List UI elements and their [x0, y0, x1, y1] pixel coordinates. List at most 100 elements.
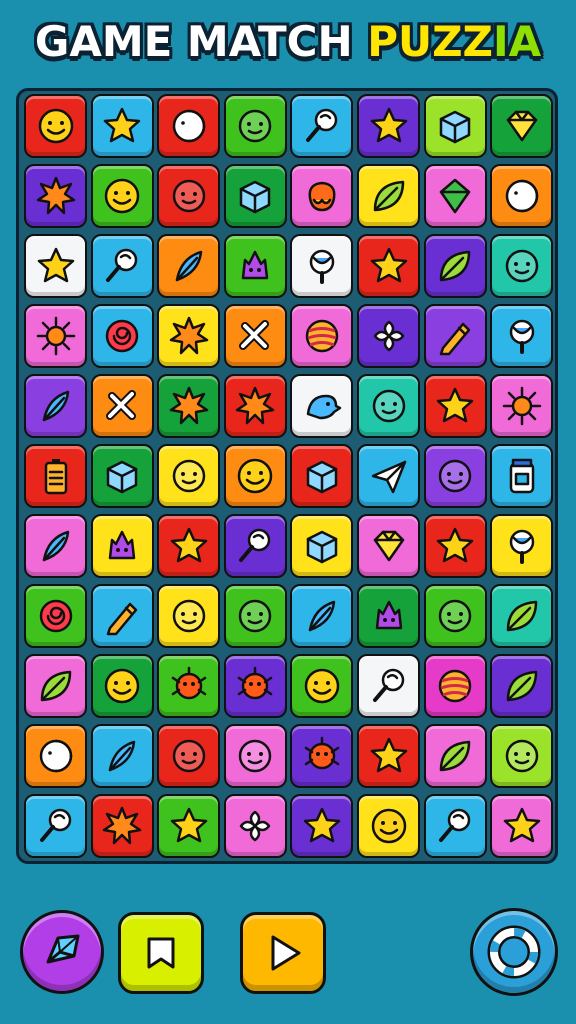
tile-r7-c6[interactable]	[357, 514, 420, 578]
tile-r11-c6[interactable]	[357, 794, 420, 858]
tile-r4-c7[interactable]	[423, 304, 487, 368]
tile-r5-c6[interactable]	[357, 374, 420, 438]
settings-button[interactable]	[470, 908, 558, 996]
tile-r7-c8[interactable]	[490, 514, 554, 578]
tile-r4-c8[interactable]	[490, 304, 554, 368]
tile-r4-c4[interactable]	[223, 304, 287, 368]
tile-r8-c3[interactable]	[157, 584, 221, 648]
tile-r3-c7[interactable]	[423, 234, 487, 298]
tile-r9-c2[interactable]	[90, 654, 154, 718]
star-icon	[170, 527, 207, 563]
tile-r2-c3[interactable]	[157, 164, 221, 228]
tile-r6-c5[interactable]	[290, 444, 354, 508]
tile-r5-c2[interactable]	[90, 374, 154, 438]
tile-r9-c1[interactable]	[24, 654, 87, 718]
tile-r6-c2[interactable]	[90, 444, 154, 508]
tile-r8-c2[interactable]	[90, 584, 154, 648]
tile-r7-c2[interactable]	[90, 514, 154, 578]
tile-r10-c7[interactable]	[423, 724, 487, 788]
tile-r10-c3[interactable]	[157, 724, 221, 788]
tile-r7-c1[interactable]	[24, 514, 87, 578]
tile-r5-c8[interactable]	[490, 374, 554, 438]
tile-r9-c6[interactable]	[357, 654, 420, 718]
tile-r10-c5[interactable]	[290, 724, 354, 788]
tile-r7-c5[interactable]	[290, 514, 354, 578]
tile-r10-c1[interactable]	[24, 724, 87, 788]
tile-r8-c8[interactable]	[490, 584, 554, 648]
tile-r3-c4[interactable]	[223, 234, 287, 298]
tile-r11-c8[interactable]	[490, 794, 554, 858]
tile-r3-c5[interactable]	[290, 234, 354, 298]
tile-r8-c7[interactable]	[423, 584, 487, 648]
cross-icon	[106, 390, 137, 420]
tile-r9-c3[interactable]	[157, 654, 221, 718]
tile-r2-c5[interactable]	[290, 164, 354, 228]
tile-r11-c2[interactable]	[90, 794, 154, 858]
tile-r2-c6[interactable]	[357, 164, 420, 228]
tile-r8-c6[interactable]	[357, 584, 420, 648]
tile-r4-c2[interactable]	[90, 304, 154, 368]
tile-r1-c5[interactable]	[290, 94, 354, 158]
tile-r5-c3[interactable]	[157, 374, 221, 438]
tile-r1-c4[interactable]	[223, 94, 287, 158]
tile-r2-c1[interactable]	[24, 164, 87, 228]
tile-r9-c4[interactable]	[223, 654, 287, 718]
tile-r1-c8[interactable]	[490, 94, 554, 158]
tile-r11-c3[interactable]	[157, 794, 221, 858]
tile-r4-c5[interactable]	[290, 304, 354, 368]
back-button[interactable]	[118, 912, 204, 994]
tile-r3-c8[interactable]	[490, 234, 554, 298]
tile-r3-c6[interactable]	[357, 234, 420, 298]
tile-r11-c5[interactable]	[290, 794, 354, 858]
tile-r2-c8[interactable]	[490, 164, 554, 228]
tile-r8-c4[interactable]	[223, 584, 287, 648]
tile-r6-c7[interactable]	[423, 444, 487, 508]
tile-r7-c7[interactable]	[423, 514, 487, 578]
tile-r7-c4[interactable]	[223, 514, 287, 578]
tile-r4-c6[interactable]	[357, 304, 420, 368]
tile-r7-c3[interactable]	[157, 514, 221, 578]
tile-r5-c4[interactable]	[223, 374, 287, 438]
face-icon	[239, 599, 272, 633]
hint-button[interactable]	[20, 910, 104, 994]
pencil-icon	[439, 322, 471, 356]
tile-r2-c7[interactable]	[423, 164, 487, 228]
tile-r1-c3[interactable]	[157, 94, 221, 158]
tile-r9-c8[interactable]	[490, 654, 554, 718]
tile-r2-c4[interactable]	[223, 164, 287, 228]
tile-r9-c7[interactable]	[423, 654, 487, 718]
tile-r1-c7[interactable]	[423, 94, 487, 158]
play-button[interactable]	[240, 912, 326, 994]
tile-r2-c2[interactable]	[90, 164, 154, 228]
lollipop-icon	[372, 668, 404, 702]
tile-r4-c3[interactable]	[157, 304, 221, 368]
tile-r11-c1[interactable]	[24, 794, 87, 858]
tile-r6-c6[interactable]	[357, 444, 420, 508]
tile-r10-c6[interactable]	[357, 724, 420, 788]
tile-r5-c5[interactable]	[290, 374, 354, 438]
tile-r10-c4[interactable]	[223, 724, 287, 788]
tile-r11-c7[interactable]	[423, 794, 487, 858]
face-icon	[239, 109, 272, 143]
tile-r4-c1[interactable]	[24, 304, 87, 368]
tile-r8-c1[interactable]	[24, 584, 87, 648]
tile-r11-c4[interactable]	[223, 794, 287, 858]
tile-r5-c7[interactable]	[423, 374, 487, 438]
diamond-icon	[439, 178, 471, 214]
tile-r3-c1[interactable]	[24, 234, 87, 298]
tile-r1-c1[interactable]	[24, 94, 87, 158]
tile-r9-c5[interactable]	[290, 654, 354, 718]
tile-r10-c2[interactable]	[90, 724, 154, 788]
tile-r6-c1[interactable]	[24, 444, 87, 508]
tile-r6-c4[interactable]	[223, 444, 287, 508]
tile-r1-c6[interactable]	[357, 94, 420, 158]
tile-r6-c3[interactable]	[157, 444, 221, 508]
title-part-2: PUZZ	[367, 17, 494, 66]
tile-r1-c2[interactable]	[90, 94, 154, 158]
tile-r8-c5[interactable]	[290, 584, 354, 648]
tile-r3-c2[interactable]	[90, 234, 154, 298]
tile-r10-c8[interactable]	[490, 724, 554, 788]
tile-r5-c1[interactable]	[24, 374, 87, 438]
tile-r6-c8[interactable]	[490, 444, 554, 508]
tile-r3-c3[interactable]	[157, 234, 221, 298]
